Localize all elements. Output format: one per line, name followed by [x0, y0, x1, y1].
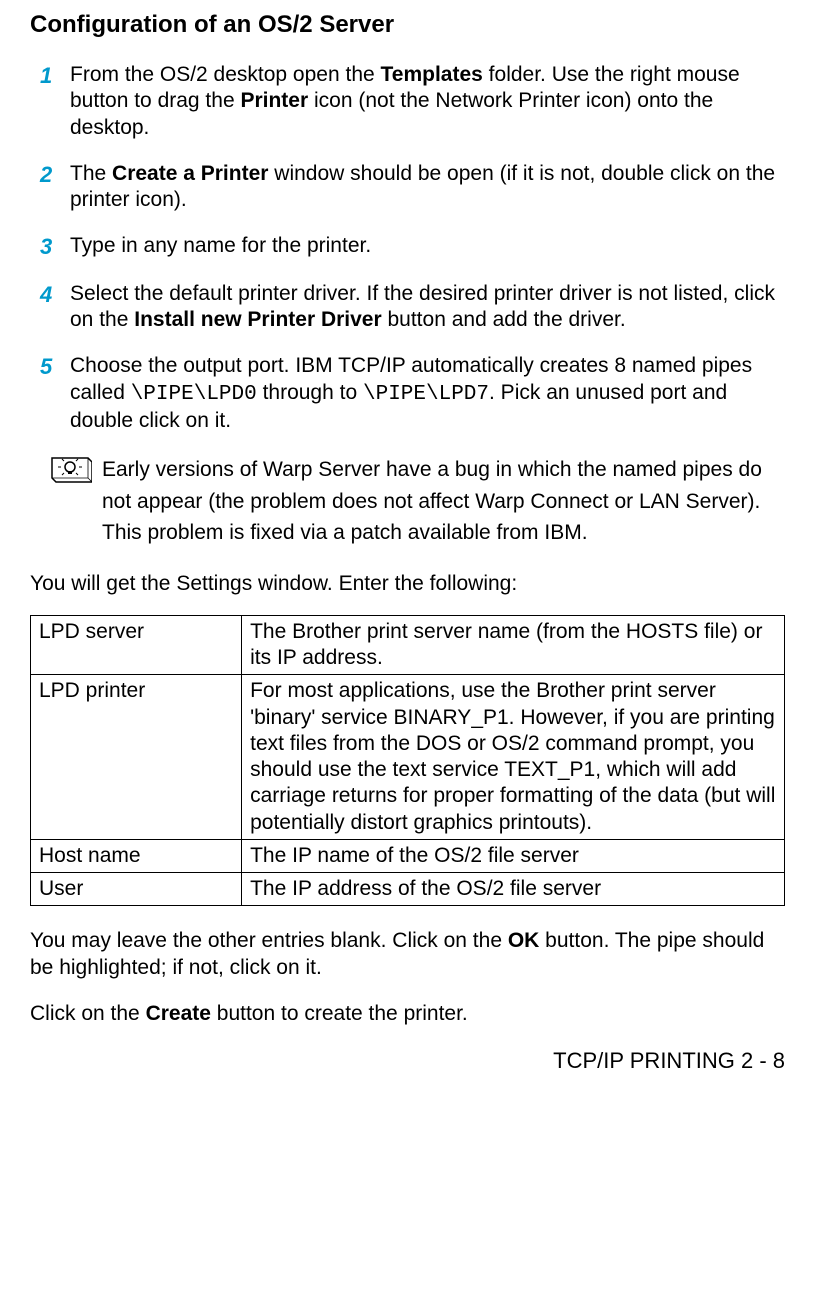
lightbulb-icon — [50, 456, 92, 493]
step-item: 4Select the default printer driver. If t… — [30, 281, 785, 334]
step-item: 2The Create a Printer window should be o… — [30, 161, 785, 214]
settings-intro: You will get the Settings window. Enter … — [30, 571, 785, 597]
bold-text: Printer — [240, 89, 308, 112]
step-text: The Create a Printer window should be op… — [70, 161, 785, 214]
table-row: Host nameThe IP name of the OS/2 file se… — [31, 839, 785, 872]
text-run: The — [70, 162, 112, 185]
note-block: Early versions of Warp Server have a bug… — [50, 454, 785, 549]
text-run: You may leave the other entries blank. C… — [30, 929, 508, 952]
step-text: Type in any name for the printer. — [70, 233, 785, 261]
step-number: 5 — [30, 353, 70, 434]
bold-text: Templates — [381, 63, 483, 86]
step-number: 3 — [30, 233, 70, 261]
page-heading: Configuration of an OS/2 Server — [30, 10, 785, 40]
step-number: 1 — [30, 62, 70, 141]
page-footer: TCP/IP PRINTING 2 - 8 — [30, 1047, 785, 1075]
settings-table: LPD serverThe Brother print server name … — [30, 615, 785, 907]
text-run: Click on the — [30, 1002, 146, 1025]
step-item: 5Choose the output port. IBM TCP/IP auto… — [30, 353, 785, 434]
setting-label: LPD printer — [31, 675, 242, 840]
table-row: UserThe IP address of the OS/2 file serv… — [31, 873, 785, 906]
table-row: LPD printerFor most applications, use th… — [31, 675, 785, 840]
text-run: button and add the driver. — [382, 308, 626, 331]
step-text: Choose the output port. IBM TCP/IP autom… — [70, 353, 785, 434]
setting-value: The IP name of the OS/2 file server — [242, 839, 785, 872]
step-item: 1From the OS/2 desktop open the Template… — [30, 62, 785, 141]
step-text: From the OS/2 desktop open the Templates… — [70, 62, 785, 141]
setting-label: Host name — [31, 839, 242, 872]
table-row: LPD serverThe Brother print server name … — [31, 615, 785, 675]
text-run: Type in any name for the printer. — [70, 234, 371, 257]
create-paragraph: Click on the Create button to create the… — [30, 1001, 785, 1027]
setting-label: User — [31, 873, 242, 906]
bold-text: Install new Printer Driver — [134, 308, 381, 331]
step-text: Select the default printer driver. If th… — [70, 281, 785, 334]
step-item: 3Type in any name for the printer. — [30, 233, 785, 261]
monospace-text: \PIPE\LPD7 — [363, 383, 489, 406]
text-run: through to — [257, 381, 363, 404]
setting-value: The Brother print server name (from the … — [242, 615, 785, 675]
bold-text: Create — [146, 1002, 211, 1025]
post-table-paragraph: You may leave the other entries blank. C… — [30, 928, 785, 981]
setting-value: The IP address of the OS/2 file server — [242, 873, 785, 906]
text-run: button to create the printer. — [211, 1002, 468, 1025]
step-number: 4 — [30, 281, 70, 334]
step-number: 2 — [30, 161, 70, 214]
bold-text: Create a Printer — [112, 162, 268, 185]
note-text: Early versions of Warp Server have a bug… — [102, 454, 785, 549]
text-run: From the OS/2 desktop open the — [70, 63, 381, 86]
setting-value: For most applications, use the Brother p… — [242, 675, 785, 840]
monospace-text: \PIPE\LPD0 — [131, 383, 257, 406]
steps-list: 1From the OS/2 desktop open the Template… — [30, 62, 785, 434]
setting-label: LPD server — [31, 615, 242, 675]
bold-text: OK — [508, 929, 540, 952]
